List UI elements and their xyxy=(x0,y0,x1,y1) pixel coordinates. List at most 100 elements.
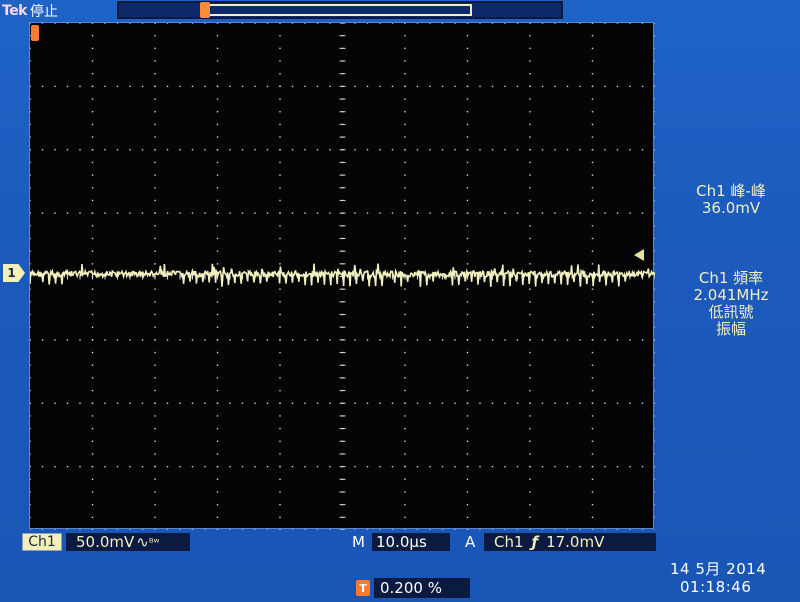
grid-dot xyxy=(529,478,531,480)
grid-dot xyxy=(641,23,644,24)
grid-dot xyxy=(429,339,431,341)
grid-dot xyxy=(316,23,319,24)
grid-dot xyxy=(591,427,594,430)
grid-dot xyxy=(91,364,94,366)
grid-dot xyxy=(179,529,181,530)
grid-dot xyxy=(154,389,156,392)
vertical-scale[interactable]: 50.0mV ∿ ᴮʷ xyxy=(66,533,190,551)
grid-dot xyxy=(404,516,406,519)
grid-dot xyxy=(79,23,81,24)
grid-dot xyxy=(30,47,31,50)
grid-dot xyxy=(241,149,244,151)
grid-dot xyxy=(129,149,131,151)
grid-dot xyxy=(254,149,256,151)
grid-dot xyxy=(91,237,94,240)
grid-dot xyxy=(516,339,519,341)
grid-dot xyxy=(654,60,655,62)
grid-dot xyxy=(591,237,594,240)
grid-dot xyxy=(91,47,94,50)
grid-dot xyxy=(179,212,181,214)
grid-dot xyxy=(91,503,94,506)
grid-dot xyxy=(279,34,281,37)
grid-dot xyxy=(30,288,31,290)
grid-dot xyxy=(629,465,631,468)
grid-dot xyxy=(304,402,306,404)
grid-dot xyxy=(91,174,94,176)
channel-1-label[interactable]: Ch1 xyxy=(22,533,62,551)
grid-dot xyxy=(654,313,655,316)
grid-dot xyxy=(216,440,219,442)
grid-dot xyxy=(216,73,219,75)
grid-dot xyxy=(41,212,44,214)
grid-dot xyxy=(91,85,94,88)
grid-dot xyxy=(616,339,619,341)
grid-dot xyxy=(466,174,469,176)
grid-dot xyxy=(79,85,81,88)
grid-dot xyxy=(329,212,331,214)
grid-dot xyxy=(154,23,156,24)
trigger-mode-label: A xyxy=(465,533,476,551)
main-timebase-label: M xyxy=(352,533,365,551)
grid-dot xyxy=(591,491,594,493)
grid-dot xyxy=(591,313,594,316)
grid-dot xyxy=(516,23,519,24)
grid-dot xyxy=(379,23,381,24)
grid-dot xyxy=(654,136,655,138)
grid-dot xyxy=(491,23,494,24)
grid-dot xyxy=(104,85,106,88)
grid-dot xyxy=(154,250,156,252)
grid-dot xyxy=(466,237,469,240)
grid-dot xyxy=(104,23,106,24)
grid-dot xyxy=(266,149,269,151)
grid-dot xyxy=(416,529,419,530)
grid-dot xyxy=(566,149,569,151)
grid-dot xyxy=(441,212,444,214)
grid-dot xyxy=(141,212,144,214)
grid-dot xyxy=(454,339,456,341)
grid-dot xyxy=(279,377,281,379)
grid-dot xyxy=(591,136,594,138)
grid-dot xyxy=(504,23,506,24)
grid-dot xyxy=(616,85,619,88)
grid-dot xyxy=(30,339,31,341)
grid-dot xyxy=(466,440,469,442)
grid-dot xyxy=(366,212,369,214)
grid-dot xyxy=(654,503,655,506)
grid-dot xyxy=(404,288,406,290)
grid-dot xyxy=(79,339,81,341)
grid-dot xyxy=(554,85,556,88)
grid-dot xyxy=(116,529,119,530)
grid-dot xyxy=(91,60,94,62)
grid-dot xyxy=(204,529,206,530)
grid-dot xyxy=(279,301,281,303)
grid-dot xyxy=(654,199,655,202)
grid-dot xyxy=(91,98,94,100)
grid-dot xyxy=(304,339,306,341)
grid-dot xyxy=(591,263,594,265)
grid-dot xyxy=(629,85,631,88)
grid-dot xyxy=(454,23,456,24)
grid-dot xyxy=(516,402,519,404)
grid-dot xyxy=(629,339,631,341)
grid-dot xyxy=(179,149,181,151)
grid-dot xyxy=(129,85,131,88)
grid-dot xyxy=(591,250,594,252)
grid-dot xyxy=(416,23,419,24)
grid-dot xyxy=(529,326,531,328)
trigger-position[interactable]: 0.200 % xyxy=(374,578,470,598)
grid-dot xyxy=(466,516,469,519)
grid-dot xyxy=(179,339,181,341)
grid-dot xyxy=(404,237,406,240)
grid-dot xyxy=(91,491,94,493)
record-view-window xyxy=(207,4,472,16)
grid-dot xyxy=(354,339,356,341)
time-per-div[interactable]: 10.0µs xyxy=(372,533,450,551)
grid-dot xyxy=(91,111,94,113)
grid-dot xyxy=(154,377,156,379)
grid-dot xyxy=(591,60,594,62)
grid-dot xyxy=(154,47,156,50)
grid-dot xyxy=(216,377,219,379)
trigger-settings[interactable]: Ch1 ƒ 17.0mV xyxy=(484,533,656,551)
grid-dot xyxy=(279,440,281,442)
grid-dot xyxy=(216,23,219,24)
